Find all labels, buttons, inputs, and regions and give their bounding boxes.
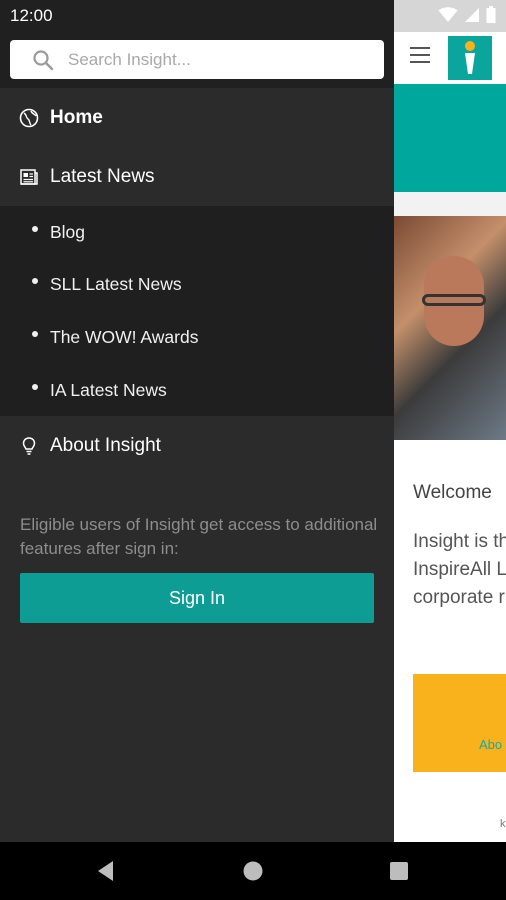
submenu-item-wow-awards[interactable]: The WOW! Awards	[0, 312, 394, 364]
search-input[interactable]	[66, 48, 350, 71]
drawer-item-latest-news[interactable]: Latest News	[0, 148, 394, 206]
app-logo[interactable]	[448, 36, 492, 80]
bullet-icon	[32, 384, 38, 390]
submenu-item-label: SLL Latest News	[50, 274, 182, 294]
footer-mark: k	[500, 818, 506, 830]
latest-news-submenu: Blog SLL Latest News The WOW! Awards IA …	[0, 206, 394, 416]
status-time: 12:00	[10, 6, 53, 25]
drawer-item-label: About Insight	[50, 435, 161, 456]
body-line: Insight is th	[413, 531, 506, 552]
body-line: corporate r	[413, 587, 505, 608]
newspaper-icon	[18, 166, 40, 188]
welcome-heading: Welcome	[413, 482, 492, 503]
menu-icon[interactable]	[410, 47, 430, 63]
submenu-item-blog[interactable]: Blog	[0, 207, 394, 259]
drawer-item-about-insight[interactable]: About Insight	[0, 417, 394, 475]
signin-info-text: Eligible users of Insight get access to …	[20, 515, 378, 558]
bullet-icon	[32, 331, 38, 337]
submenu-item-label: IA Latest News	[50, 380, 167, 400]
submenu-item-sll-latest-news[interactable]: SLL Latest News	[0, 259, 394, 311]
submenu-item-label: Blog	[50, 222, 86, 242]
drawer-item-label: Latest News	[50, 166, 155, 187]
system-nav-bar	[0, 842, 506, 900]
battery-icon	[486, 6, 496, 28]
drawer-item-home[interactable]: Home	[0, 89, 394, 147]
bullet-icon	[32, 278, 38, 284]
lightbulb-icon	[18, 435, 40, 457]
back-icon[interactable]	[94, 858, 120, 884]
navigation-drawer: Home Latest News Blog	[0, 0, 394, 842]
globe-icon	[18, 107, 40, 129]
hero-image	[394, 216, 506, 440]
submenu-item-label: The WOW! Awards	[50, 327, 199, 347]
submenu-item-ia-latest-news[interactable]: IA Latest News	[0, 365, 394, 417]
status-bar: 12:00	[0, 0, 506, 32]
feature-card[interactable]	[413, 674, 506, 772]
body-line: InspireAll L	[413, 559, 506, 580]
wifi-icon	[438, 6, 458, 28]
bullet-icon	[32, 226, 38, 232]
status-icons	[438, 6, 496, 28]
search-icon	[32, 49, 54, 71]
recents-icon[interactable]	[386, 858, 412, 884]
home-icon[interactable]	[240, 858, 266, 884]
search-box[interactable]	[10, 40, 384, 79]
signal-icon	[464, 7, 480, 28]
drawer-item-label: Home	[50, 107, 103, 128]
screen: Welcome Insight is th InspireAll L corpo…	[0, 0, 506, 900]
teal-banner	[394, 84, 506, 192]
welcome-body: Insight is th InspireAll L corporate r	[413, 528, 506, 612]
sign-in-button[interactable]: Sign In	[20, 573, 374, 623]
feature-card-link[interactable]: Abo	[479, 737, 502, 752]
